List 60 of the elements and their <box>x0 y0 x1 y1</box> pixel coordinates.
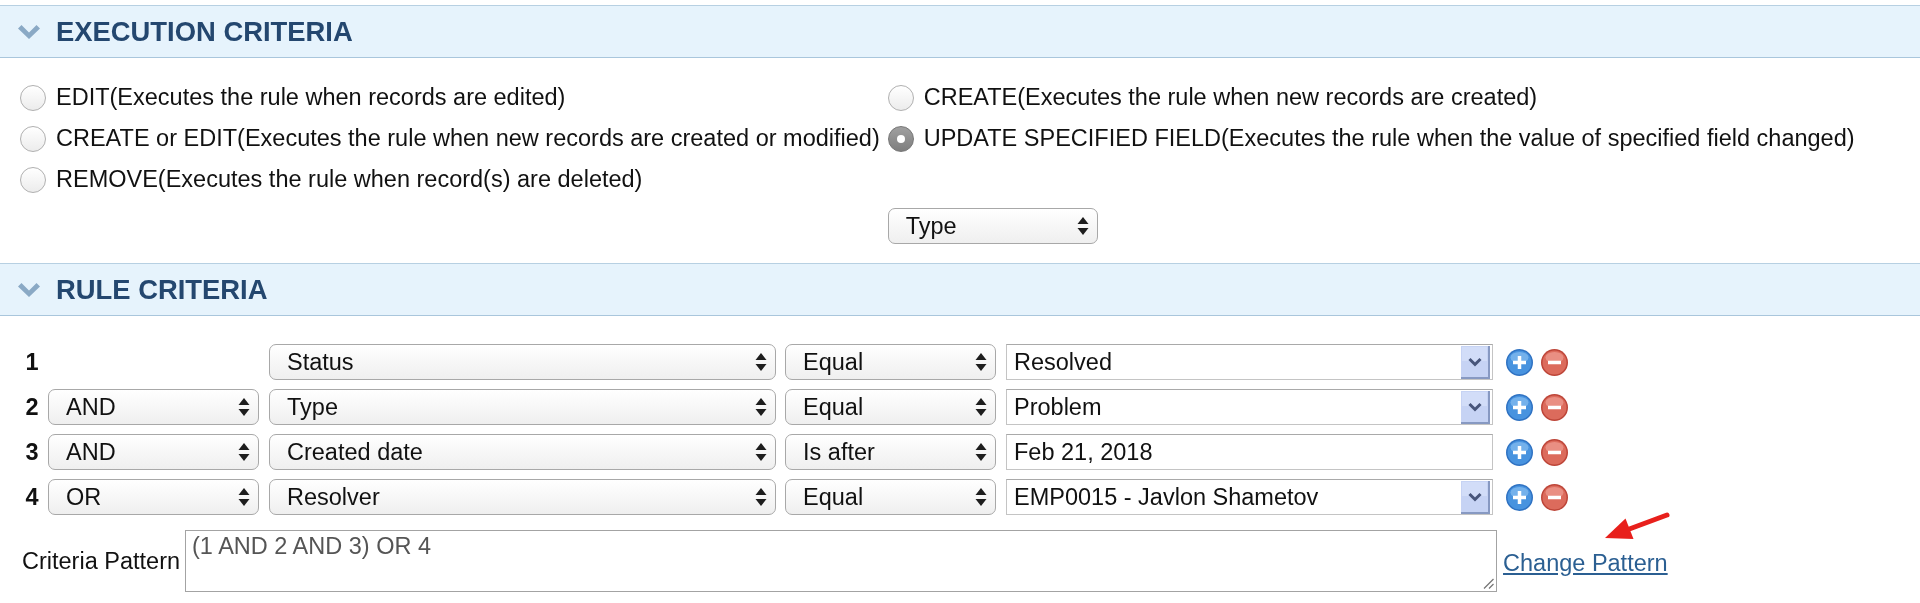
updown-arrows-icon <box>1076 216 1089 236</box>
updown-arrows-icon <box>238 487 250 507</box>
minus-icon[interactable] <box>1541 438 1568 466</box>
operator-dropdown[interactable]: Equal <box>785 344 996 380</box>
minus-icon[interactable] <box>1541 348 1568 376</box>
updown-arrows-icon <box>975 442 987 462</box>
connector-dropdown[interactable]: OR <box>48 479 259 515</box>
chevron-down-icon[interactable] <box>1461 345 1490 379</box>
chevron-down-icon[interactable] <box>1461 480 1490 514</box>
field-dropdown[interactable]: Created date <box>269 434 776 470</box>
option-label[interactable]: EDIT(Executes the rule when records are edited) <box>56 84 566 111</box>
section-title: EXECUTION CRITERIA <box>56 15 353 48</box>
updown-arrows-icon <box>755 397 767 417</box>
plus-icon[interactable] <box>1506 438 1533 466</box>
value-field[interactable]: Problem <box>1006 389 1493 425</box>
plus-icon[interactable] <box>1506 348 1533 376</box>
operator-dropdown[interactable]: Equal <box>785 389 996 425</box>
field-dropdown[interactable]: Resolver <box>269 479 776 515</box>
updown-arrows-icon <box>975 487 987 507</box>
value-field[interactable]: EMP0015 - Javlon Shametov <box>1006 479 1493 515</box>
updown-arrows-icon <box>755 352 767 372</box>
row-number: 1 <box>24 348 40 376</box>
plus-icon[interactable] <box>1506 393 1533 421</box>
field-dropdown[interactable]: Status <box>269 344 776 380</box>
minus-icon[interactable] <box>1541 483 1568 511</box>
updown-arrows-icon <box>238 442 250 462</box>
updown-arrows-icon <box>238 397 250 417</box>
updown-arrows-icon <box>755 442 767 462</box>
operator-dropdown[interactable]: Equal <box>785 479 996 515</box>
row-number: 4 <box>24 483 40 511</box>
updown-arrows-icon <box>975 352 987 372</box>
section-title: RULE CRITERIA <box>56 273 268 306</box>
chevron-down-icon[interactable] <box>1461 390 1490 424</box>
option-label[interactable]: UPDATE SPECIFIED FIELD(Executes the rule when the value of specified field changed) <box>923 125 1855 152</box>
field-dropdown[interactable]: Type <box>887 208 1098 244</box>
radio-button[interactable] <box>887 84 914 111</box>
connector-dropdown[interactable]: AND <box>48 434 259 470</box>
row-number: 3 <box>24 438 40 466</box>
connector-dropdown[interactable]: AND <box>48 389 259 425</box>
minus-icon[interactable] <box>1541 393 1568 421</box>
value-field[interactable]: Resolved <box>1006 344 1493 380</box>
plus-icon[interactable] <box>1506 483 1533 511</box>
updown-arrows-icon <box>755 487 767 507</box>
radio-button[interactable] <box>20 84 46 111</box>
field-dropdown[interactable]: Type <box>269 389 776 425</box>
updown-arrows-icon <box>975 397 987 417</box>
option-label[interactable]: REMOVE(Executes the rule when record(s) are deleted) <box>56 166 643 193</box>
change-pattern-link[interactable]: Change Pattern <box>1503 549 1668 576</box>
radio-button[interactable] <box>887 125 914 152</box>
option-label[interactable]: CREATE or EDIT(Executes the rule when new records are created or modified) <box>56 125 880 152</box>
resize-grip-icon[interactable] <box>1482 577 1495 589</box>
option-label[interactable]: CREATE(Executes the rule when new records are created) <box>923 84 1538 111</box>
radio-button[interactable] <box>20 125 46 152</box>
operator-dropdown[interactable]: Is after <box>785 434 996 470</box>
radio-button[interactable] <box>20 166 46 193</box>
criteria-pattern-label: Criteria Pattern <box>22 547 181 575</box>
pattern-field[interactable]: (1 AND 2 AND 3) OR 4 <box>185 530 1498 592</box>
annotation-arrow <box>1605 512 1670 539</box>
value-field[interactable]: Feb 21, 2018 <box>1006 434 1493 470</box>
row-number: 2 <box>24 393 40 421</box>
